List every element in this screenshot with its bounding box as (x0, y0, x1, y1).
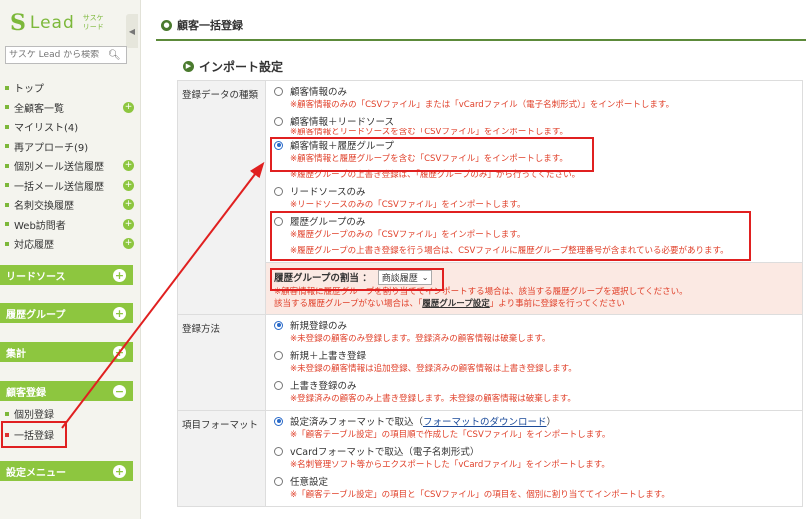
option-note: ※顧客情報のみの「CSVファイル」または「vCardファイル（電子名刺形式）」を… (290, 100, 675, 110)
logo-mark: S (10, 10, 26, 36)
option-customer-only[interactable]: 顧客情報のみ (274, 84, 794, 98)
bullet-icon (5, 163, 9, 168)
add-icon[interactable]: + (123, 179, 134, 191)
option-note: ※未登録の顧客情報は追加登録、登録済みの顧客情報は上書き登録します。 (290, 364, 577, 374)
option-customer-lead-source[interactable]: 顧客情報＋リードソース (274, 114, 794, 128)
bullet-icon (5, 183, 9, 188)
header-divider (156, 39, 806, 41)
logo-name: Lead (29, 13, 75, 33)
section-customer-register[interactable]: 顧客登録 − (0, 381, 133, 401)
bullet-icon (5, 85, 9, 90)
section-lead-source[interactable]: リードソース + (0, 265, 133, 285)
history-group-settings-link[interactable]: 履歴グループ設定 (422, 299, 490, 309)
option-note: ※名刺管理ソフト等からエクスポートした「vCardファイル」をインポートします。 (290, 460, 610, 470)
radio-button[interactable] (274, 116, 283, 126)
option-overwrite-only[interactable]: 上書き登録のみ (274, 378, 794, 392)
nav-item-individual-mail[interactable]: 個別メール送信履歴 + (0, 156, 140, 176)
nav-item-bulk-mail[interactable]: 一括メール送信履歴 + (0, 176, 140, 196)
assign-note: 該当する履歴グループがない場合は、「履歴グループ設定」より事前に登録を行ってくだ… (274, 299, 625, 309)
option-new-only[interactable]: 新規登録のみ (274, 318, 794, 332)
bullet-icon (5, 222, 9, 227)
bullet-icon (5, 144, 9, 149)
option-note: ※登録済みの顧客のみ上書き登録します。未登録の顧客情報は破棄します。 (290, 394, 576, 404)
nav-list: トップ 全顧客一覧 + マイリスト(4) 再アプローチ(9) 個別メール送信履歴 +… (0, 78, 140, 254)
section-aggregate[interactable]: 集計 + (0, 342, 133, 362)
option-note: ※「顧客テーブル設定」の項目と「CSVファイル」の項目を、個別に割り当ててインポ… (290, 490, 670, 500)
row-item-format: 項目フォーマット 設定済みフォーマットで取込（ フォーマットのダウンロード） ※「… (178, 411, 802, 506)
option-custom-setting[interactable]: 任意設定 (274, 474, 794, 488)
arrow-circle-icon: ▶ (183, 61, 194, 72)
row-label: 項目フォーマット (178, 411, 266, 506)
option-vcard-format[interactable]: vCardフォーマットで取込（電子名刺形式） (274, 444, 794, 458)
bullet-icon (5, 202, 9, 207)
radio-button[interactable] (274, 476, 283, 486)
radio-button-selected[interactable] (274, 416, 283, 426)
radio-button[interactable] (274, 350, 283, 360)
bullet-icon (5, 105, 9, 110)
nav-item-response-history[interactable]: 対応履歴 + (0, 234, 140, 254)
nav-item-mylist[interactable]: マイリスト(4) (0, 117, 140, 137)
search-icon[interactable]: 🔍︎ (108, 50, 121, 61)
highlight-box-assign (270, 268, 444, 291)
option-configured-format[interactable]: 設定済みフォーマットで取込（ フォーマットのダウンロード） (274, 414, 794, 428)
option-note: ※「顧客テーブル設定」の項目順で作成した「CSVファイル」をインポートします。 (290, 430, 611, 440)
section-settings-menu[interactable]: 設定メニュー + (0, 461, 133, 481)
option-note: ※未登録の顧客のみ登録します。登録済みの顧客情報は破棄します。 (290, 334, 551, 344)
expand-icon[interactable]: + (113, 345, 126, 359)
bullet-icon (5, 241, 9, 246)
bullet-circle-icon: ● (161, 19, 172, 31)
bullet-icon (5, 411, 9, 416)
page-title: 顧客一括登録 (177, 19, 243, 32)
row-register-method: 登録方法 新規登録のみ ※未登録の顧客のみ登録します。登録済みの顧客情報は破棄し… (178, 315, 802, 411)
section-title: ▶ インポート設定 (183, 58, 283, 75)
add-icon[interactable]: + (123, 238, 134, 250)
nav-item-web-visitors[interactable]: Web訪問者 + (0, 215, 140, 235)
search-input[interactable] (6, 50, 106, 60)
highlight-box-option (270, 211, 751, 261)
search-box: 🔍︎ (5, 46, 127, 64)
expand-icon[interactable]: + (113, 306, 126, 320)
logo-sub: サスケ リード (82, 14, 104, 31)
add-icon[interactable]: + (123, 199, 134, 211)
expand-icon[interactable]: + (113, 268, 126, 282)
main-content: ● 顧客一括登録 ▶ インポート設定 登録データの種類 顧客情報のみ ※顧客情報… (141, 0, 807, 519)
radio-button[interactable] (274, 380, 283, 390)
nav-item-all-customers[interactable]: 全顧客一覧 + (0, 98, 140, 118)
option-lead-source-only[interactable]: リードソースのみ (274, 184, 794, 198)
radio-button[interactable] (274, 86, 283, 96)
add-icon[interactable]: + (123, 101, 134, 113)
row-label: 登録データの種類 (178, 81, 266, 314)
bullet-icon (5, 124, 9, 129)
add-icon[interactable]: + (123, 160, 134, 172)
highlight-box-sidebar (1, 421, 67, 448)
section-history-group[interactable]: 履歴グループ + (0, 303, 133, 323)
page-header: ● 顧客一括登録 (161, 17, 243, 33)
app-logo[interactable]: S Lead サスケ リード (4, 6, 126, 40)
format-download-link[interactable]: フォーマットのダウンロード (423, 414, 547, 428)
expand-icon[interactable]: + (113, 464, 126, 478)
sidebar-collapse-icon[interactable]: ◀ (126, 14, 138, 48)
radio-button[interactable] (274, 186, 283, 196)
nav-item-reapproach[interactable]: 再アプローチ(9) (0, 137, 140, 157)
radio-button-selected[interactable] (274, 320, 283, 330)
option-new-and-overwrite[interactable]: 新規＋上書き登録 (274, 348, 794, 362)
row-label: 登録方法 (178, 315, 266, 410)
collapse-icon[interactable]: − (113, 384, 126, 398)
highlight-box-option (270, 137, 594, 172)
add-icon[interactable]: + (123, 218, 134, 230)
sidebar: S Lead サスケリード ◀ 🔍︎ トップ 全顧客一覧+ マイリスト(4) 再… (0, 0, 141, 519)
nav-item-top[interactable]: トップ (0, 78, 140, 98)
radio-button[interactable] (274, 446, 283, 456)
nav-item-card-exchange[interactable]: 名刺交換履歴 + (0, 195, 140, 215)
